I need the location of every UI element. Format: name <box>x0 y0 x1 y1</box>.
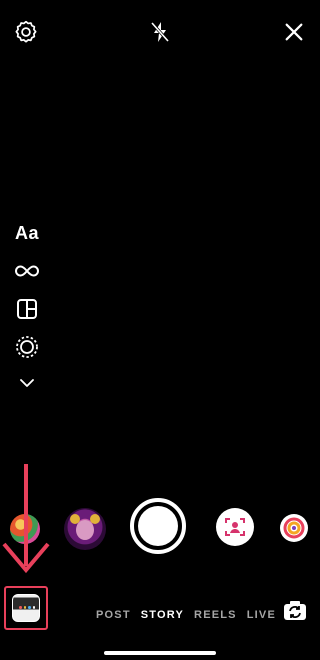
infinity-boomerang-icon <box>15 265 39 277</box>
effect-face-scan-thumb[interactable] <box>216 508 254 546</box>
flip-camera-button[interactable] <box>282 598 308 624</box>
effect-ring-thumb[interactable] <box>280 514 308 542</box>
settings-button[interactable] <box>12 18 40 46</box>
chevron-down-icon <box>20 379 34 387</box>
shutter-button[interactable] <box>130 498 186 554</box>
effect-face-filter-thumb[interactable] <box>64 508 106 550</box>
mode-selector: POST STORY REELS LIVE <box>96 606 276 624</box>
story-camera-screen: Aa POST STORY REELS LIVE <box>0 0 320 660</box>
highlight-arrow-icon <box>2 464 50 574</box>
boomerang-button[interactable] <box>10 256 44 286</box>
top-bar <box>0 0 320 64</box>
mode-story[interactable]: STORY <box>141 609 184 621</box>
create-text-button[interactable]: Aa <box>10 218 44 248</box>
face-icon <box>76 520 94 540</box>
hands-free-icon <box>16 336 38 358</box>
hands-free-button[interactable] <box>10 332 44 362</box>
gallery-button[interactable] <box>4 586 48 630</box>
face-scan-icon <box>225 518 245 536</box>
ring-effect-icon <box>283 517 305 539</box>
gear-icon <box>15 20 37 43</box>
mode-live[interactable]: LIVE <box>247 609 276 621</box>
more-tools-button[interactable] <box>10 368 44 398</box>
gallery-thumbnail <box>12 594 40 622</box>
gallery-dots <box>19 606 35 610</box>
layout-icon <box>17 299 37 319</box>
flash-toggle-button[interactable] <box>146 18 174 46</box>
layout-button[interactable] <box>10 294 44 324</box>
shutter-inner <box>138 506 178 546</box>
create-text-label: Aa <box>14 222 39 243</box>
close-button[interactable] <box>280 18 308 46</box>
home-indicator <box>104 651 216 655</box>
mode-post[interactable]: POST <box>96 609 131 621</box>
mode-reels[interactable]: REELS <box>194 609 237 621</box>
camera-flip-icon <box>284 601 306 620</box>
bottom-bar: POST STORY REELS LIVE <box>0 582 320 642</box>
close-icon <box>285 23 303 41</box>
flash-off-icon <box>150 22 170 42</box>
